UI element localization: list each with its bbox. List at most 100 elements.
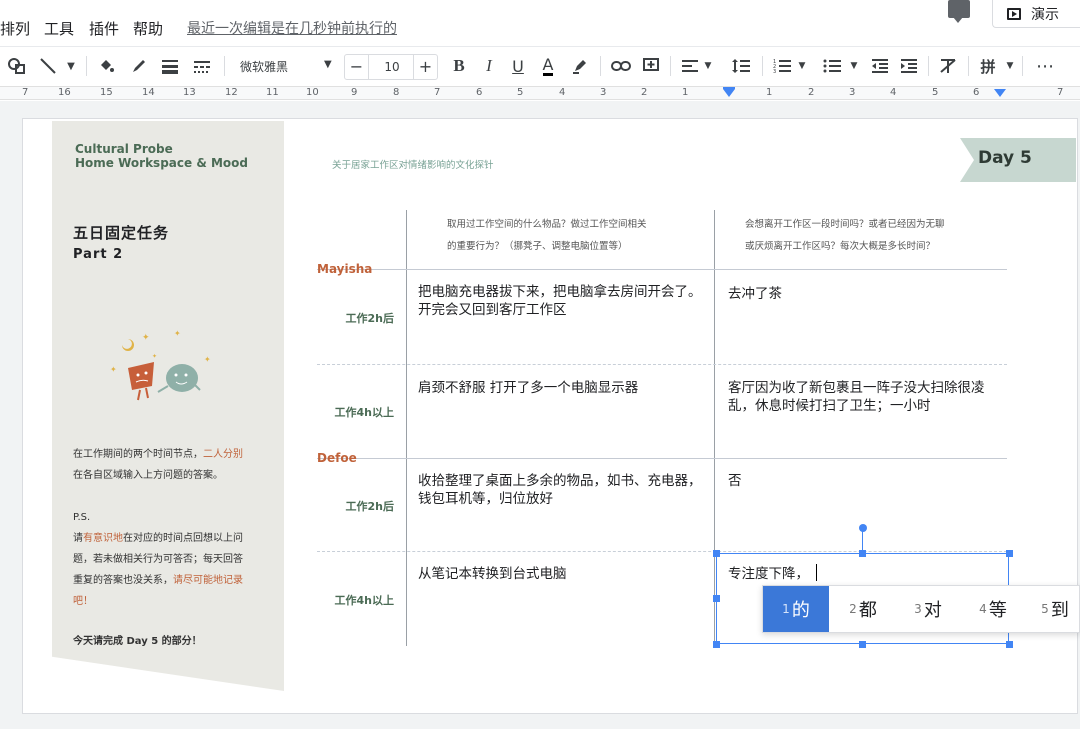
font-family-select[interactable]: 微软雅黑 xyxy=(240,58,288,75)
table-cell[interactable]: 否 xyxy=(728,472,998,490)
candidate-word: 对 xyxy=(923,600,942,621)
right-indent-marker[interactable] xyxy=(994,89,1006,97)
ime-candidate[interactable]: 5到 xyxy=(1029,586,1080,632)
svg-text:✦: ✦ xyxy=(204,355,211,364)
border-dash-icon[interactable] xyxy=(192,55,212,77)
ruler-number: 8 xyxy=(393,87,400,98)
shape-icon[interactable] xyxy=(6,55,28,77)
table-cell[interactable]: 去冲了茶 xyxy=(728,285,998,303)
input-method-dropdown-icon[interactable]: ▼ xyxy=(1004,55,1016,77)
table-cell[interactable]: 把电脑充电器拔下来，把电脑拿去房间开会了。开完会又回到客厅工作区 xyxy=(418,283,702,319)
text-color-button[interactable]: A xyxy=(538,55,558,77)
instructions: 在工作期间的两个时间节点，二人分别 在各自区域输入上方问题的答案。 xyxy=(73,444,273,486)
present-button[interactable]: 演示 xyxy=(992,0,1080,28)
ime-candidate-bar: 1的 2都 3对 4等 5到 xyxy=(762,585,1080,633)
rotation-handle[interactable] xyxy=(859,524,867,532)
ruler-number: 1 xyxy=(766,87,773,98)
align-left-icon[interactable] xyxy=(680,55,700,77)
resize-handle[interactable] xyxy=(713,595,720,602)
ime-candidate[interactable]: 2都 xyxy=(835,586,891,632)
resize-handle[interactable] xyxy=(859,641,866,648)
fill-color-icon[interactable] xyxy=(96,55,116,77)
divider xyxy=(762,56,763,76)
increase-indent-icon[interactable] xyxy=(899,55,919,77)
ruler-number: 7 xyxy=(22,87,29,98)
underline-button[interactable]: U xyxy=(509,55,527,77)
column-header-2-line2: 或厌烦离开工作区吗？每次大概是多长时间？ xyxy=(745,241,936,252)
menu-addons[interactable]: 插件 xyxy=(89,18,119,39)
table-cell[interactable]: 从笔记本转换到台式电脑 xyxy=(418,565,702,583)
ps-text: 题，若未做相关行为可答否；每天回答 xyxy=(73,554,243,565)
table-cell[interactable]: 肩颈不舒服 打开了多一个电脑显示器 xyxy=(418,379,702,397)
line-icon[interactable] xyxy=(38,55,58,77)
today-note: 今天请完成 Day 5 的部分！ xyxy=(73,636,202,647)
table-cell[interactable]: 收拾整理了桌面上多余的物品，如书、充电器，钱包耳机等，归位放好 xyxy=(418,472,702,508)
menu-bar: 排列 工具 插件 帮助 最近一次编辑是在几秒钟前执行的 演示 xyxy=(0,0,1080,44)
link-icon[interactable] xyxy=(610,55,632,77)
ruler-number: 2 xyxy=(808,87,815,98)
column-header-2-line1: 会想离开工作区一段时间吗？或者已经因为无聊 xyxy=(745,219,945,230)
resize-handle[interactable] xyxy=(859,550,866,557)
decrease-indent-icon[interactable] xyxy=(870,55,890,77)
ps-highlight: 请尽可能地记录 xyxy=(173,575,243,586)
bulleted-list-icon[interactable] xyxy=(822,55,842,77)
ps-text: 重复的答案也没关系， xyxy=(73,575,173,586)
font-size-decrease-button[interactable]: − xyxy=(345,55,369,79)
svg-text:✦: ✦ xyxy=(152,353,157,360)
highlight-icon[interactable] xyxy=(570,55,590,77)
ruler-number: 10 xyxy=(306,87,319,98)
menu-help[interactable]: 帮助 xyxy=(133,18,163,39)
menu-arrange[interactable]: 排列 xyxy=(0,18,30,39)
ruler-number: 7 xyxy=(1057,87,1064,98)
table-rule xyxy=(317,458,1007,459)
insert-comment-icon[interactable] xyxy=(641,55,661,77)
present-icon xyxy=(1007,7,1021,20)
line-spacing-icon[interactable] xyxy=(730,55,752,77)
person-label: Mayisha xyxy=(317,262,373,276)
illustration: ✦ ✦ ✦ ✦ ✦ xyxy=(100,320,230,410)
candidate-word: 等 xyxy=(988,600,1007,621)
ruler-number: 7 xyxy=(434,87,441,98)
ruler-number: 4 xyxy=(890,87,897,98)
ime-candidate[interactable]: 1的 xyxy=(763,586,829,632)
clear-formatting-icon[interactable] xyxy=(938,55,958,77)
resize-handle[interactable] xyxy=(1006,641,1013,648)
resize-handle[interactable] xyxy=(713,641,720,648)
ime-candidate[interactable]: 4等 xyxy=(965,586,1021,632)
svg-text:✦: ✦ xyxy=(142,333,150,343)
ime-candidate[interactable]: 3对 xyxy=(900,586,956,632)
italic-button[interactable]: I xyxy=(480,55,498,77)
align-dropdown-icon[interactable]: ▼ xyxy=(702,55,714,77)
table-divider xyxy=(406,210,407,646)
ps-note: P.S. 请有意识地在对应的时间点回想以上问 题，若未做相关行为可答否；每天回答… xyxy=(73,507,273,612)
ruler-number: 15 xyxy=(100,87,113,98)
left-indent-marker[interactable] xyxy=(723,89,735,97)
border-weight-icon[interactable] xyxy=(160,55,180,77)
more-options-icon[interactable]: ⋯ xyxy=(1034,55,1056,77)
text-color-icon: A xyxy=(542,55,554,76)
ruler: 7 16 15 14 13 12 11 10 9 8 7 6 5 4 3 2 1… xyxy=(0,86,1080,100)
table-cell[interactable]: 客厅因为收了新包裹且一阵子没大扫除很凌乱，休息时候打扫了卫生；一小时 xyxy=(728,379,998,415)
input-method-button[interactable]: 拼 xyxy=(978,55,998,77)
font-dropdown-icon[interactable]: ▼ xyxy=(324,59,332,70)
last-edit-link[interactable]: 最近一次编辑是在几秒钟前执行的 xyxy=(187,18,397,38)
numbered-list-dropdown-icon[interactable]: ▼ xyxy=(796,55,808,77)
comment-icon[interactable] xyxy=(948,0,970,23)
line-dropdown-icon[interactable]: ▼ xyxy=(64,55,78,77)
font-size-increase-button[interactable]: + xyxy=(413,55,437,79)
column-header-1: 取用过工作空间的什么物品？做过工作空间相关 的重要行为？（挪凳子、调整电脑位置等… xyxy=(447,214,647,258)
time-label: 工作4h以上 xyxy=(334,594,395,607)
ruler-number: 11 xyxy=(266,87,279,98)
ruler-number: 3 xyxy=(849,87,856,98)
menu-tools[interactable]: 工具 xyxy=(44,18,74,39)
resize-handle[interactable] xyxy=(713,550,720,557)
bulleted-list-dropdown-icon[interactable]: ▼ xyxy=(848,55,860,77)
resize-handle[interactable] xyxy=(1006,550,1013,557)
table-divider xyxy=(714,210,715,646)
border-color-icon[interactable] xyxy=(129,55,149,77)
bold-button[interactable]: B xyxy=(450,55,468,77)
numbered-list-icon[interactable]: 123 xyxy=(772,55,792,77)
ps-label: P.S. xyxy=(73,512,91,523)
divider xyxy=(86,56,87,76)
font-size-input[interactable]: 10 xyxy=(370,55,414,79)
